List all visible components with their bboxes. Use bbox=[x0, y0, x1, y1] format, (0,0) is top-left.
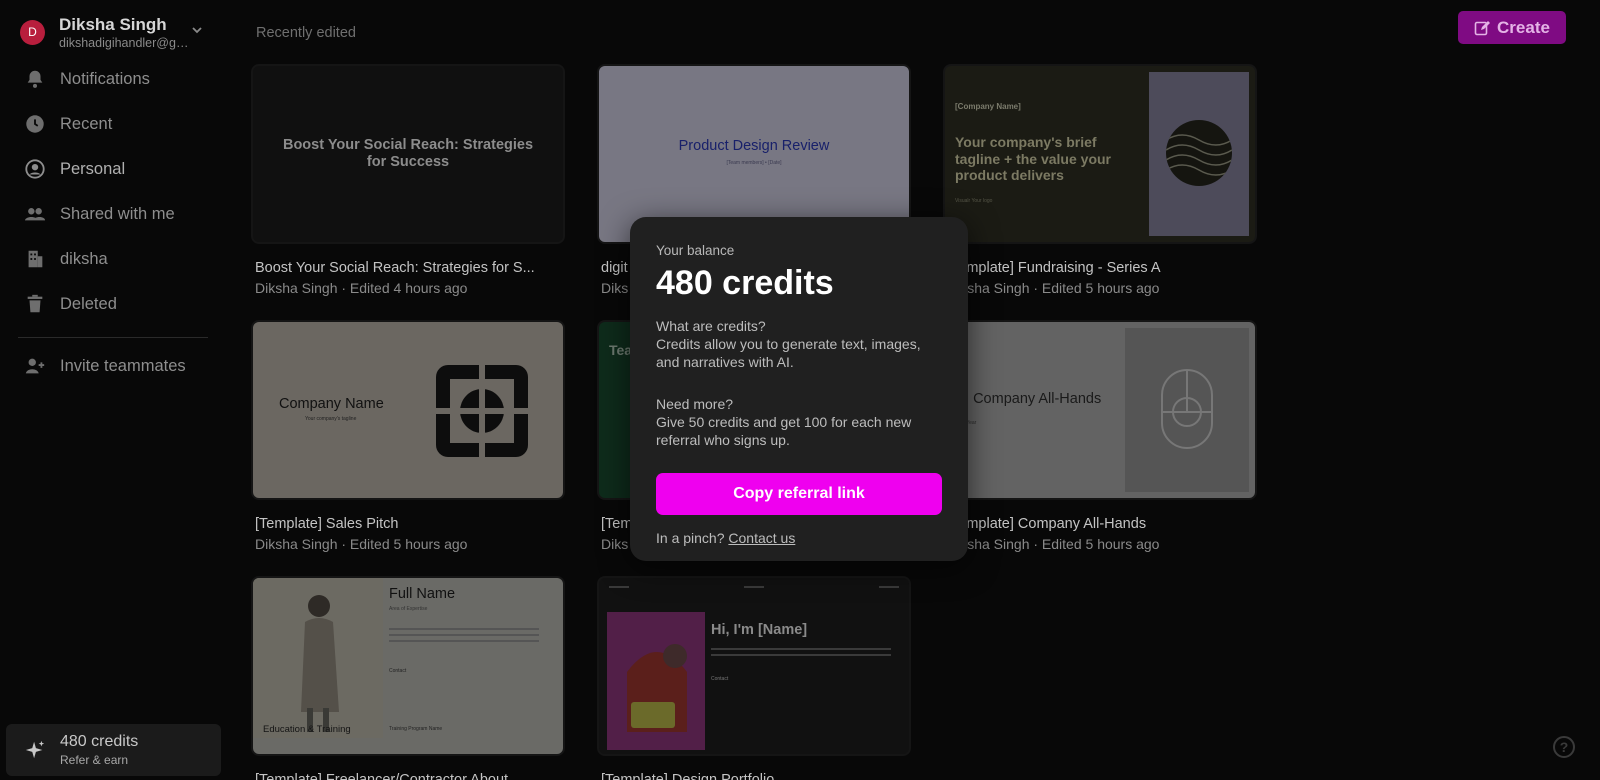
sparkle-icon bbox=[25, 740, 45, 759]
create-button-label: Create bbox=[1497, 17, 1550, 37]
deck-title: [Template] Sales Pitch bbox=[255, 516, 399, 532]
thumb-heading: Company Name bbox=[279, 396, 384, 412]
need-more-body: Give 50 credits and get 100 for each new… bbox=[656, 414, 912, 448]
thumb-subtitle: Visualr Your logo bbox=[955, 198, 993, 204]
thumb-tag: Education & Training bbox=[263, 724, 351, 735]
thumb-text-lines bbox=[389, 628, 539, 646]
sidebar-item-label: Recent bbox=[60, 114, 113, 133]
thumb-heading: Full Name bbox=[389, 586, 456, 602]
user-plus-icon bbox=[25, 358, 45, 374]
help-icon[interactable]: ? bbox=[1553, 736, 1575, 758]
balance-label: Your balance bbox=[656, 243, 735, 258]
avatar: D bbox=[20, 19, 45, 45]
clock-icon bbox=[26, 115, 44, 133]
sidebar-item-shared[interactable]: Shared with me bbox=[16, 194, 212, 234]
trash-icon bbox=[27, 294, 43, 313]
what-credits-title: What are credits? bbox=[656, 318, 766, 334]
invite-teammates-button[interactable]: Invite teammates bbox=[16, 346, 212, 386]
thumb-subtitle: Your company's tagline bbox=[305, 416, 357, 422]
credits-balance-button[interactable]: 480 credits Refer & earn bbox=[6, 724, 221, 776]
account-switcher[interactable]: D Diksha Singh dikshadigihandler@gm... bbox=[20, 14, 210, 50]
thumb-text-lines bbox=[711, 648, 891, 660]
contact-us-link[interactable]: Contact us bbox=[728, 530, 795, 546]
sidebar-item-recent[interactable]: Recent bbox=[16, 104, 212, 144]
thumb-panel bbox=[1149, 72, 1249, 236]
sidebar-item-personal[interactable]: Personal bbox=[16, 149, 212, 189]
deck-card[interactable]: Education & Training Full Name Area of E… bbox=[251, 576, 565, 780]
credits-label: 480 credits bbox=[60, 733, 139, 750]
deck-card[interactable]: Boost Your Social Reach: Strategies for … bbox=[251, 64, 565, 296]
deck-title: Boost Your Social Reach: Strategies for … bbox=[255, 260, 535, 276]
need-more-section: Need more? Give 50 credits and get 100 f… bbox=[656, 395, 942, 449]
what-credits-body: Credits allow you to generate text, imag… bbox=[656, 336, 921, 370]
sidebar-item-label: Personal bbox=[60, 159, 126, 178]
create-button[interactable]: Create bbox=[1458, 11, 1566, 44]
sidebar-item-label: Notifications bbox=[60, 69, 150, 88]
user-circle-icon bbox=[25, 159, 45, 179]
thumb-contact: Contact bbox=[711, 676, 729, 682]
users-icon bbox=[24, 208, 46, 221]
sidebar-item-label: diksha bbox=[60, 249, 108, 268]
thumb-company: [Company Name] bbox=[955, 102, 1021, 111]
deck-meta: Diksha Singh · Edited 5 hours ago bbox=[255, 536, 468, 552]
what-credits-section: What are credits? Credits allow you to g… bbox=[656, 317, 942, 371]
thumb-contact: Contact bbox=[389, 668, 407, 674]
thumb-heading: Boost Your Social Reach: Strategies for … bbox=[282, 137, 534, 170]
balance-value: 480 credits bbox=[656, 264, 834, 302]
deck-thumbnail[interactable]: Education & Training Full Name Area of E… bbox=[251, 576, 565, 756]
thumb-heading: Your company's brief tagline + the value… bbox=[955, 134, 1111, 183]
bell-icon bbox=[27, 70, 43, 88]
edit-icon bbox=[1474, 20, 1491, 35]
thumb-subtitle: Area of Expertise bbox=[389, 606, 428, 612]
sidebar-item-notifications[interactable]: Notifications bbox=[16, 59, 212, 99]
deck-thumbnail[interactable]: 🏠 Company All-Hands Day, Year bbox=[943, 320, 1257, 500]
thumb-panel bbox=[1125, 328, 1249, 492]
deck-thumbnail[interactable]: Hi, I'm [Name] Contact bbox=[597, 576, 911, 756]
building-icon bbox=[28, 250, 43, 268]
deck-card[interactable]: Hi, I'm [Name] Contact [Template] Design… bbox=[597, 576, 911, 780]
sidebar-divider bbox=[18, 337, 208, 338]
deck-meta: Diksha Singh · Edited 5 hours ago bbox=[947, 280, 1160, 296]
sidebar-item-label: Deleted bbox=[60, 294, 117, 313]
contact-prefix: In a pinch? bbox=[656, 530, 729, 546]
deck-thumbnail[interactable]: Boost Your Social Reach: Strategies for … bbox=[251, 64, 565, 244]
user-email: dikshadigihandler@gm... bbox=[59, 35, 191, 50]
section-title: Recently edited bbox=[256, 25, 356, 41]
thumb-program: Training Program Name bbox=[389, 726, 443, 732]
sidebar-item-deleted[interactable]: Deleted bbox=[16, 284, 212, 324]
thumb-heading: 🏠 Company All-Hands bbox=[951, 391, 1102, 407]
sidebar-item-diksha[interactable]: diksha bbox=[16, 239, 212, 279]
refer-earn-label: Refer & earn bbox=[60, 753, 129, 767]
thumb-heading: Tea bbox=[609, 342, 633, 358]
deck-card[interactable]: 🏠 Company All-Hands Day, Year [Template]… bbox=[943, 320, 1257, 552]
deck-title: [Template] Fundraising - Series A bbox=[947, 260, 1161, 276]
deck-thumbnail[interactable]: [Company Name] Your company's brief tagl… bbox=[943, 64, 1257, 244]
deck-title: [Template] Company All-Hands bbox=[947, 516, 1147, 532]
deck-title: [Template] Freelancer/Contractor About .… bbox=[255, 772, 525, 780]
app-window: D Diksha Singh dikshadigihandler@gm... N… bbox=[0, 0, 1600, 780]
sidebar-item-label: Invite teammates bbox=[60, 356, 186, 375]
deck-thumbnail[interactable]: Company Name Your company's tagline bbox=[251, 320, 565, 500]
wave-logo bbox=[1166, 120, 1232, 186]
chevron-down-icon bbox=[192, 27, 202, 34]
deck-card[interactable]: Company Name Your company's tagline [Tem… bbox=[251, 320, 565, 552]
deck-title: [Template] Design Portfolio bbox=[601, 772, 775, 780]
credits-popover: Your balance 480 credits What are credit… bbox=[630, 217, 968, 561]
thumb-photo bbox=[607, 612, 705, 750]
contact-footer: In a pinch? Contact us bbox=[656, 530, 942, 546]
company-logo bbox=[436, 365, 528, 457]
thumb-heading: Product Design Review bbox=[678, 138, 830, 154]
sidebar-item-label: Shared with me bbox=[60, 204, 175, 223]
user-name: Diksha Singh bbox=[59, 14, 167, 34]
thumb-photo bbox=[253, 578, 383, 738]
deck-meta: Diksha Singh · Edited 4 hours ago bbox=[255, 280, 468, 296]
sidebar: D Diksha Singh dikshadigihandler@gm... N… bbox=[0, 0, 222, 780]
thumb-subtitle: [Team members] • [Date] bbox=[726, 160, 782, 166]
deck-meta: Diksha Singh · Edited 5 hours ago bbox=[947, 536, 1160, 552]
thumb-nav bbox=[609, 586, 899, 590]
thumb-heading: Hi, I'm [Name] bbox=[711, 622, 808, 638]
need-more-title: Need more? bbox=[656, 396, 734, 412]
copy-referral-link-button[interactable]: Copy referral link bbox=[656, 473, 942, 515]
deck-card[interactable]: [Company Name] Your company's brief tagl… bbox=[943, 64, 1257, 296]
